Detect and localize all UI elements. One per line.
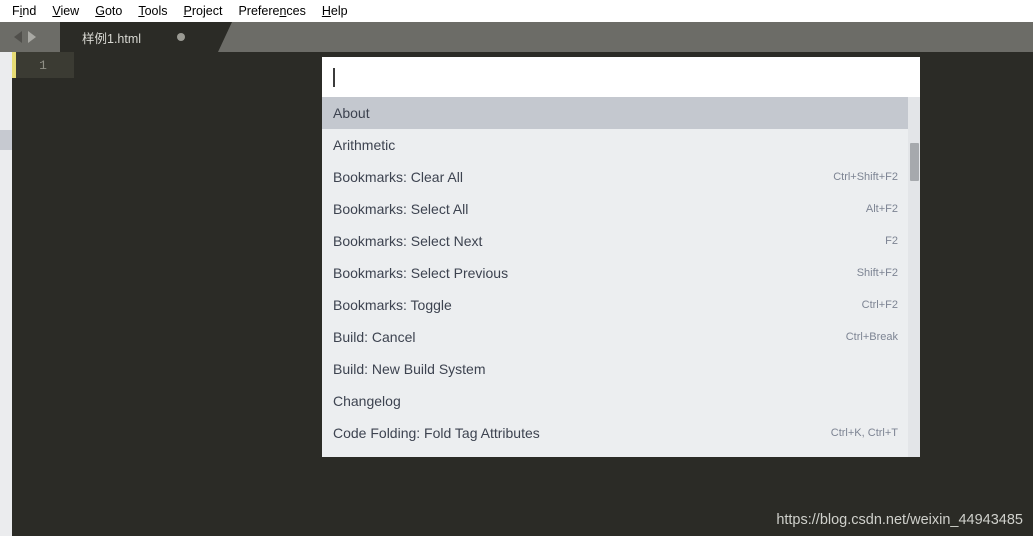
command-palette-item[interactable]: Bookmarks: Clear All Ctrl+Shift+F2 xyxy=(322,161,920,193)
command-palette-item-label: Bookmarks: Select All xyxy=(333,201,469,217)
editor-tab[interactable]: 样例1.html xyxy=(60,22,232,52)
menu-item-preferences[interactable]: Preferences xyxy=(230,0,313,22)
command-palette-item-label: About xyxy=(333,105,370,121)
menu-item-find[interactable]: Find xyxy=(4,0,44,22)
text-caret xyxy=(333,67,335,87)
command-palette-item[interactable]: Bookmarks: Select All Alt+F2 xyxy=(322,193,920,225)
triangle-right-icon[interactable] xyxy=(28,31,36,43)
command-palette-item-label: Build: New Build System xyxy=(333,361,486,377)
tab-nav-arrows[interactable] xyxy=(14,29,60,45)
palette-scrollbar-thumb[interactable] xyxy=(910,143,919,181)
menu-bar: Find View Goto Tools Project Preferences Help xyxy=(0,0,1033,22)
menu-item-project[interactable]: Project xyxy=(176,0,231,22)
command-palette-item-label: Build: Cancel xyxy=(333,329,416,345)
command-palette-item-label: Arithmetic xyxy=(333,137,396,153)
menu-item-goto[interactable]: Goto xyxy=(87,0,130,22)
command-palette-item-shortcut: Ctrl+F2 xyxy=(861,299,898,311)
palette-scrollbar-track[interactable] xyxy=(908,97,920,457)
command-palette-item-label: Bookmarks: Toggle xyxy=(333,297,452,313)
menu-item-view[interactable]: View xyxy=(44,0,87,22)
command-palette-item-shortcut: Ctrl+Break xyxy=(845,331,898,343)
command-palette-item[interactable]: Bookmarks: Toggle Ctrl+F2 xyxy=(322,289,920,321)
command-palette-item-shortcut: Alt+F2 xyxy=(865,203,898,215)
command-palette-item[interactable]: Bookmarks: Select Next F2 xyxy=(322,225,920,257)
menu-item-help[interactable]: Help xyxy=(314,0,356,22)
sublime-text-window: Find View Goto Tools Project Preferences Help … xyxy=(0,0,1033,536)
editor-gutter-row: 1 xyxy=(12,52,74,78)
command-palette-item-shortcut: Shift+F2 xyxy=(856,267,898,279)
command-palette-item[interactable]: Build: New Build System xyxy=(322,353,920,385)
left-scrollbar-thumb[interactable] xyxy=(0,130,12,150)
command-palette-item[interactable]: Build: Cancel Ctrl+Break xyxy=(322,321,920,353)
editor-tab-label: 样例1.html xyxy=(82,31,142,46)
command-palette-item-label: Bookmarks: Clear All xyxy=(333,169,463,185)
command-palette-list[interactable]: About Arithmetic Bookmarks: Clear All Ctrl+… xyxy=(322,97,920,457)
line-number: 1 xyxy=(39,57,47,73)
triangle-left-icon[interactable] xyxy=(14,31,22,43)
tab-bar: 样例1.html xyxy=(0,22,1033,52)
watermark-url: https://blog.csdn.net/weixin_44943485 xyxy=(776,512,1023,528)
command-palette-item-label: Bookmarks: Select Previous xyxy=(333,265,509,281)
command-palette-item[interactable]: Changelog xyxy=(322,385,920,417)
command-palette-item-label: Bookmarks: Select Next xyxy=(333,233,483,249)
command-palette-item-shortcut: Ctrl+K, Ctrl+T xyxy=(830,427,898,439)
menu-item-tools[interactable]: Tools xyxy=(130,0,175,22)
left-scrollbar-track[interactable] xyxy=(0,52,12,536)
command-palette-item[interactable]: About xyxy=(322,97,920,129)
command-palette-item-label: Changelog xyxy=(333,393,401,409)
command-palette-item-shortcut: F2 xyxy=(885,235,898,247)
unsaved-dot-icon[interactable] xyxy=(177,33,185,41)
command-palette-item-label: Code Folding: Fold Tag Attributes xyxy=(333,425,540,441)
command-palette-input[interactable] xyxy=(322,57,920,97)
command-palette-item-shortcut: Ctrl+Shift+F2 xyxy=(833,171,898,183)
command-palette-item[interactable]: Arithmetic xyxy=(322,129,920,161)
command-palette[interactable]: About Arithmetic Bookmarks: Clear All Ctrl+… xyxy=(322,57,920,457)
command-palette-item[interactable]: Code Folding: Fold Tag Attributes Ctrl+K,… xyxy=(322,417,920,449)
command-palette-item[interactable]: Bookmarks: Select Previous Shift+F2 xyxy=(322,257,920,289)
active-line-caret-bar xyxy=(12,52,16,78)
